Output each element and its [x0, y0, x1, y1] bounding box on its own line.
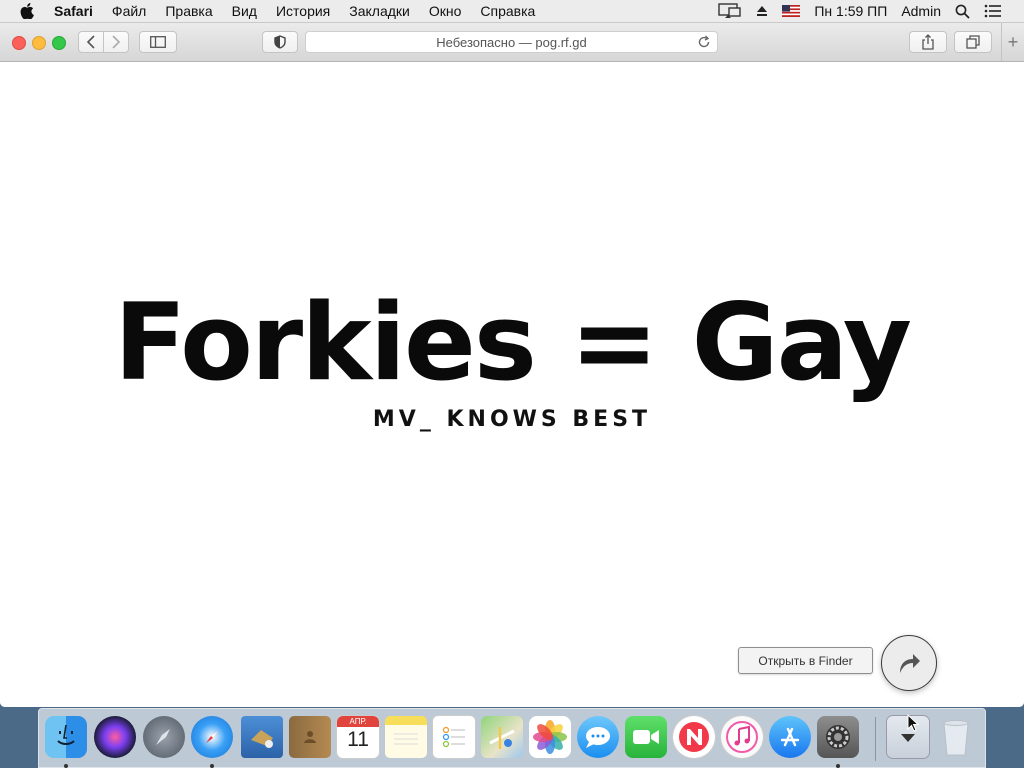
maximize-window-button[interactable]	[52, 36, 66, 50]
us-flag-icon[interactable]	[782, 5, 801, 17]
menu-history[interactable]: История	[276, 3, 330, 19]
menu-app-name[interactable]: Safari	[54, 3, 93, 19]
browser-toolbar: Небезопасно — pog.rf.gd +	[0, 23, 1024, 62]
web-page-content: Forkies = Gay MV_ KNOWS BEST Открыть в F…	[0, 62, 1024, 707]
share-button[interactable]	[909, 31, 947, 53]
page-subtitle: MV_ KNOWS BEST	[372, 407, 652, 432]
apple-menu-icon[interactable]	[20, 3, 38, 19]
dock-safari-icon[interactable]	[191, 716, 233, 768]
chevron-left-icon	[86, 35, 95, 49]
dock-calendar-icon[interactable]: АПР. 11	[337, 716, 379, 758]
dock-finder-icon[interactable]	[45, 716, 87, 768]
dock-news-icon[interactable]	[673, 716, 715, 758]
menu-view[interactable]: Вид	[232, 3, 257, 19]
dock: АПР. 11	[38, 708, 986, 768]
share-icon	[922, 34, 934, 50]
dock-launchpad-icon[interactable]	[143, 716, 185, 758]
dock-facetime-icon[interactable]	[625, 716, 667, 758]
forward-button[interactable]	[103, 31, 129, 53]
calendar-month: АПР.	[337, 716, 379, 727]
back-button[interactable]	[78, 31, 104, 53]
menu-window[interactable]: Окно	[429, 3, 462, 19]
privacy-shield-button[interactable]	[262, 31, 298, 53]
dock-separator	[875, 717, 876, 761]
sidebar-icon	[150, 36, 166, 48]
tab-overview-button[interactable]	[954, 31, 992, 53]
minimize-window-button[interactable]	[32, 36, 46, 50]
address-bar[interactable]: Небезопасно — pog.rf.gd	[305, 31, 718, 53]
dock-messages-icon[interactable]	[577, 716, 619, 758]
dock-photos-icon[interactable]	[529, 716, 571, 758]
notification-center-icon[interactable]	[984, 4, 1002, 18]
close-window-button[interactable]	[12, 36, 26, 50]
dock-app-store-icon[interactable]	[769, 716, 811, 758]
curved-arrow-icon	[900, 654, 920, 673]
menu-edit[interactable]: Правка	[165, 3, 212, 19]
sidebar-toggle-button[interactable]	[139, 31, 177, 53]
dock-siri-icon[interactable]	[94, 716, 136, 758]
dock-contacts-icon[interactable]	[289, 716, 331, 758]
dock-notes-icon[interactable]	[385, 716, 427, 758]
chevron-right-icon	[112, 35, 121, 49]
menu-help[interactable]: Справка	[480, 3, 535, 19]
shield-icon	[274, 35, 286, 49]
menu-file[interactable]: Файл	[112, 3, 146, 19]
download-share-button[interactable]	[881, 635, 937, 691]
plus-icon: +	[1007, 31, 1019, 52]
dock-mail-icon[interactable]	[241, 716, 283, 758]
eject-icon[interactable]	[756, 5, 768, 17]
reload-icon[interactable]	[697, 35, 711, 52]
spotlight-search-icon[interactable]	[955, 4, 970, 19]
open-in-finder-button[interactable]: Открыть в Finder	[738, 647, 873, 674]
menu-bar: Safari Файл Правка Вид История Закладки …	[0, 0, 1024, 23]
dock-system-preferences-icon[interactable]	[817, 716, 859, 768]
airplay-display-icon[interactable]	[718, 3, 742, 19]
menubar-clock[interactable]: Пн 1:59 ПП	[814, 3, 887, 19]
address-text: Небезопасно — pog.rf.gd	[436, 34, 587, 50]
tabs-icon	[966, 35, 980, 49]
page-headline: Forkies = Gay	[113, 281, 912, 404]
mouse-cursor-icon	[907, 714, 919, 732]
dock-itunes-icon[interactable]	[721, 716, 763, 758]
menu-bookmarks[interactable]: Закладки	[349, 3, 410, 19]
calendar-day: 11	[347, 728, 369, 751]
dock-trash-icon[interactable]	[935, 716, 977, 758]
dock-maps-icon[interactable]	[481, 716, 523, 758]
dock-reminders-icon[interactable]	[433, 716, 475, 758]
menubar-user[interactable]: Admin	[901, 3, 941, 19]
new-tab-button[interactable]: +	[1001, 23, 1024, 61]
safari-window: Небезопасно — pog.rf.gd + Forkies = Gay …	[0, 23, 1024, 707]
